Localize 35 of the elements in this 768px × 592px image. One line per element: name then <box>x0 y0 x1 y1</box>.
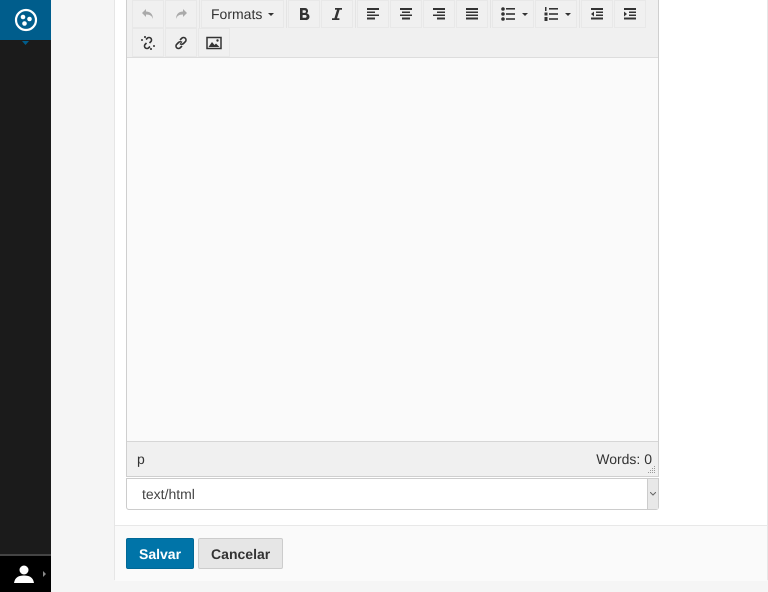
image-icon <box>206 34 222 50</box>
outdent-icon <box>589 6 606 22</box>
align-center-icon <box>398 6 414 22</box>
bullet-list-button[interactable] <box>492 0 534 28</box>
user-icon[interactable] <box>13 565 35 583</box>
element-path[interactable]: p <box>137 451 145 467</box>
logo-icon[interactable] <box>14 8 38 32</box>
align-left-icon <box>365 6 382 22</box>
formats-dropdown[interactable]: Formats <box>201 0 284 28</box>
cancel-button[interactable]: Cancelar <box>198 538 284 569</box>
outdent-button[interactable] <box>581 0 614 28</box>
bullet-list-icon <box>500 6 516 22</box>
save-button[interactable]: Salvar <box>126 538 194 569</box>
align-right-icon <box>431 6 448 22</box>
align-left-button[interactable] <box>357 0 390 28</box>
italic-button[interactable] <box>321 0 354 28</box>
link-button[interactable] <box>165 28 197 57</box>
justify-icon <box>464 6 480 22</box>
link-icon <box>173 34 189 50</box>
format-select[interactable]: text/html <box>126 478 659 510</box>
bold-button[interactable] <box>288 0 320 28</box>
chevron-down-icon <box>650 492 656 496</box>
image-button[interactable] <box>198 28 230 57</box>
align-right-button[interactable] <box>423 0 456 28</box>
unlink-button[interactable] <box>132 28 164 57</box>
unlink-icon <box>140 34 156 50</box>
caret-icon <box>268 12 274 16</box>
align-center-button[interactable] <box>390 0 422 28</box>
caret-icon <box>43 571 46 577</box>
word-count: Words: 0 <box>596 451 652 467</box>
numbered-list-button[interactable] <box>535 0 578 28</box>
indent-button[interactable] <box>614 0 646 28</box>
indent-icon <box>622 6 638 22</box>
numbered-list-icon <box>543 6 560 22</box>
justify-button[interactable] <box>456 0 488 28</box>
